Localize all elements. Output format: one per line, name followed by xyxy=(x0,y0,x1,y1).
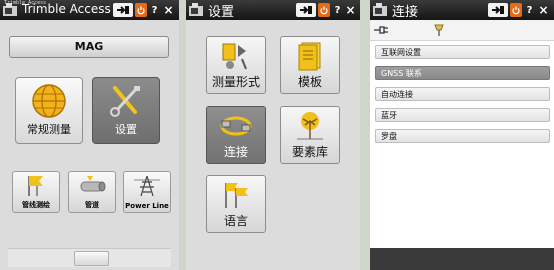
tile-general-survey-label: 常规测量 xyxy=(27,123,71,136)
switch-arrow-icon xyxy=(492,6,504,14)
status-strip xyxy=(370,20,554,41)
page-title: 连接 xyxy=(392,5,419,20)
help-button[interactable]: ? xyxy=(524,3,535,17)
list-item-compass[interactable]: 罗盘 xyxy=(375,129,550,143)
tile-pipeline-label: 管道 xyxy=(85,201,99,209)
bottom-bar xyxy=(370,248,554,270)
switch-arrow-icon xyxy=(117,6,129,14)
tile-settings[interactable]: 设置 xyxy=(92,77,160,144)
scroll-handle[interactable] xyxy=(74,251,109,266)
receiver-icon[interactable] xyxy=(434,23,444,37)
tile-template-label: 模板 xyxy=(297,75,322,89)
switch-to-button[interactable] xyxy=(296,3,316,17)
bottom-scroll-strip xyxy=(8,248,171,267)
tile-language-label: 语言 xyxy=(223,214,248,228)
trimble-app-icon[interactable] xyxy=(3,3,17,16)
switch-to-button[interactable] xyxy=(488,3,508,17)
tile-general-survey[interactable]: 常规测量 xyxy=(15,77,83,144)
switch-to-button[interactable] xyxy=(113,3,133,17)
power-icon xyxy=(320,6,328,14)
help-button[interactable]: ? xyxy=(332,3,343,17)
tools-icon xyxy=(110,86,140,117)
tile-pipeline-survey[interactable]: 管线测绘 xyxy=(12,171,60,213)
list-item-auto-connect[interactable]: 自动连接 xyxy=(375,87,550,101)
close-button[interactable]: × xyxy=(538,3,549,17)
pipe-icon xyxy=(80,176,106,192)
connect-panel: 连接 ? × 互联网设置 GNSS 联系 自动连接 蓝牙 罗盘 xyxy=(370,0,554,270)
help-button[interactable]: ? xyxy=(149,3,160,17)
close-button[interactable]: × xyxy=(345,3,356,17)
list-item-gnss-contacts[interactable]: GNSS 联系 xyxy=(375,66,550,80)
title-bar: 连接 ? × xyxy=(370,0,554,20)
tile-connection-label: 连接 xyxy=(223,145,248,159)
mode-button[interactable]: MAG xyxy=(9,36,169,58)
template-icon xyxy=(298,42,321,71)
close-button[interactable]: × xyxy=(163,3,174,17)
globe-icon xyxy=(32,84,66,118)
tile-survey-style[interactable]: 测量形式 xyxy=(206,36,266,94)
tile-feature-library[interactable]: 要素库 xyxy=(280,106,340,164)
power-button[interactable] xyxy=(318,3,330,17)
connection-icon xyxy=(220,116,252,136)
list-item-internet-setup[interactable]: 互联网设置 xyxy=(375,45,550,59)
language-flags-icon xyxy=(225,183,248,208)
tile-connection[interactable]: 连接 xyxy=(206,106,266,164)
power-icon xyxy=(137,6,145,14)
title-bar: Trimble Access Trimble Access ? × xyxy=(0,0,179,20)
page-title: 设置 xyxy=(208,5,235,20)
power-icon xyxy=(512,6,520,14)
tile-settings-label: 设置 xyxy=(115,123,137,136)
tile-power-line-label: Power Line xyxy=(125,202,169,210)
tile-pipeline[interactable]: 管道 xyxy=(68,171,116,213)
trimble-app-icon[interactable] xyxy=(189,3,203,16)
app-title: Trimble Access xyxy=(22,2,111,16)
flags-icon xyxy=(28,176,43,196)
list-item-bluetooth[interactable]: 蓝牙 xyxy=(375,108,550,122)
title-bar: 设置 ? × xyxy=(186,0,360,20)
main-menu-panel: Trimble Access Trimble Access ? × MAG 常规… xyxy=(0,0,179,270)
settings-panel: 设置 ? × 测量形式 模板 连接 要素库 语言 xyxy=(186,0,360,270)
survey-style-icon xyxy=(222,43,247,70)
feature-library-icon xyxy=(297,112,323,140)
tile-power-line[interactable]: Power Line xyxy=(123,171,171,213)
switch-arrow-icon xyxy=(300,6,312,14)
power-button[interactable] xyxy=(510,3,522,17)
tile-survey-style-label: 测量形式 xyxy=(211,75,260,89)
tile-template[interactable]: 模板 xyxy=(280,36,340,94)
power-button[interactable] xyxy=(135,3,147,17)
tile-pipeline-survey-label: 管线测绘 xyxy=(22,201,50,209)
tile-feature-library-label: 要素库 xyxy=(291,145,328,159)
trimble-app-icon[interactable] xyxy=(373,3,387,16)
tile-language[interactable]: 语言 xyxy=(206,175,266,233)
bottom-bar xyxy=(186,248,360,270)
plug-icon[interactable] xyxy=(374,25,388,35)
power-tower-icon xyxy=(134,175,160,197)
